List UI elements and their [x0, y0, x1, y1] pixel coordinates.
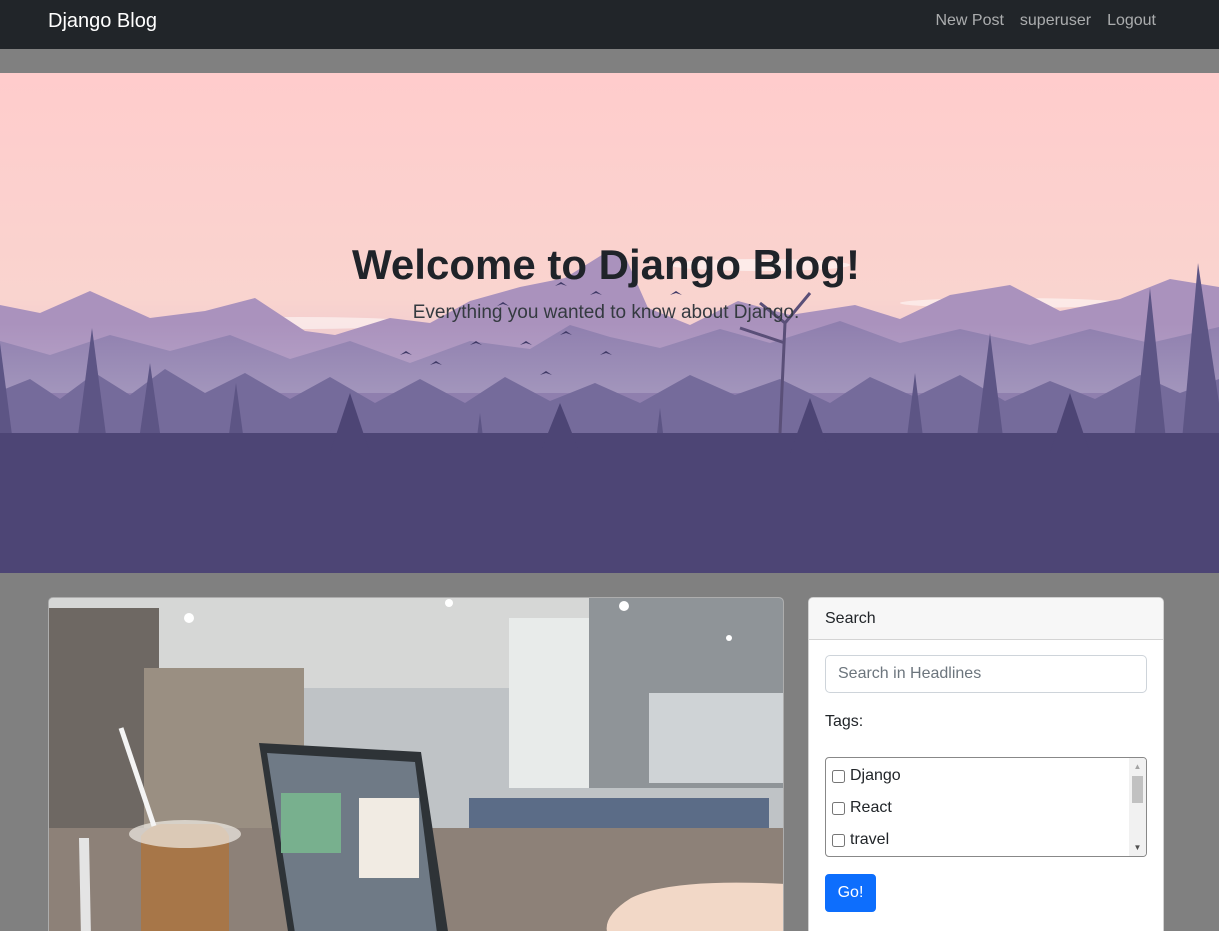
tag-label-django: Django — [850, 767, 901, 784]
tag-label-travel: travel — [850, 831, 890, 848]
scroll-thumb[interactable] — [1132, 776, 1143, 803]
navbar: Django Blog New Post superuser Logout — [0, 0, 1219, 49]
scroll-up-arrow-icon[interactable]: ▲ — [1129, 758, 1146, 775]
search-card-header: Search — [809, 598, 1163, 640]
tag-label-react: React — [850, 799, 892, 816]
logout-link[interactable]: Logout — [1107, 12, 1156, 30]
tags-select-list[interactable]: Django React travel ▲ ▼ — [825, 757, 1147, 857]
search-sidebar-card: Search Tags: Django React travel ▲ ▼ Go! — [808, 597, 1164, 931]
go-button[interactable]: Go! — [825, 874, 876, 912]
post-card-image[interactable] — [49, 598, 784, 931]
hero-title: Welcome to Django Blog! — [352, 241, 860, 288]
hero-subtitle: Everything you wanted to know about Djan… — [412, 302, 800, 323]
navbar-brand[interactable]: Django Blog — [48, 10, 157, 33]
hero-banner: Welcome to Django Blog! Everything you w… — [0, 73, 1219, 573]
scroll-down-arrow-icon[interactable]: ▼ — [1129, 839, 1146, 856]
search-input[interactable] — [825, 655, 1147, 693]
tag-checkbox-django[interactable] — [832, 769, 845, 783]
tag-option-django[interactable]: Django — [832, 765, 901, 787]
tag-option-travel[interactable]: travel — [832, 829, 889, 851]
navbar-links: New Post superuser Logout — [935, 12, 1156, 30]
tag-checkbox-react[interactable] — [832, 801, 845, 815]
tags-label: Tags: — [825, 713, 864, 730]
user-profile-link[interactable]: superuser — [1020, 12, 1091, 30]
tags-scrollbar[interactable]: ▲ ▼ — [1129, 758, 1146, 856]
tag-checkbox-travel[interactable] — [832, 833, 845, 847]
tag-option-react[interactable]: React — [832, 797, 892, 819]
post-card[interactable] — [48, 597, 784, 931]
new-post-link[interactable]: New Post — [935, 12, 1003, 30]
